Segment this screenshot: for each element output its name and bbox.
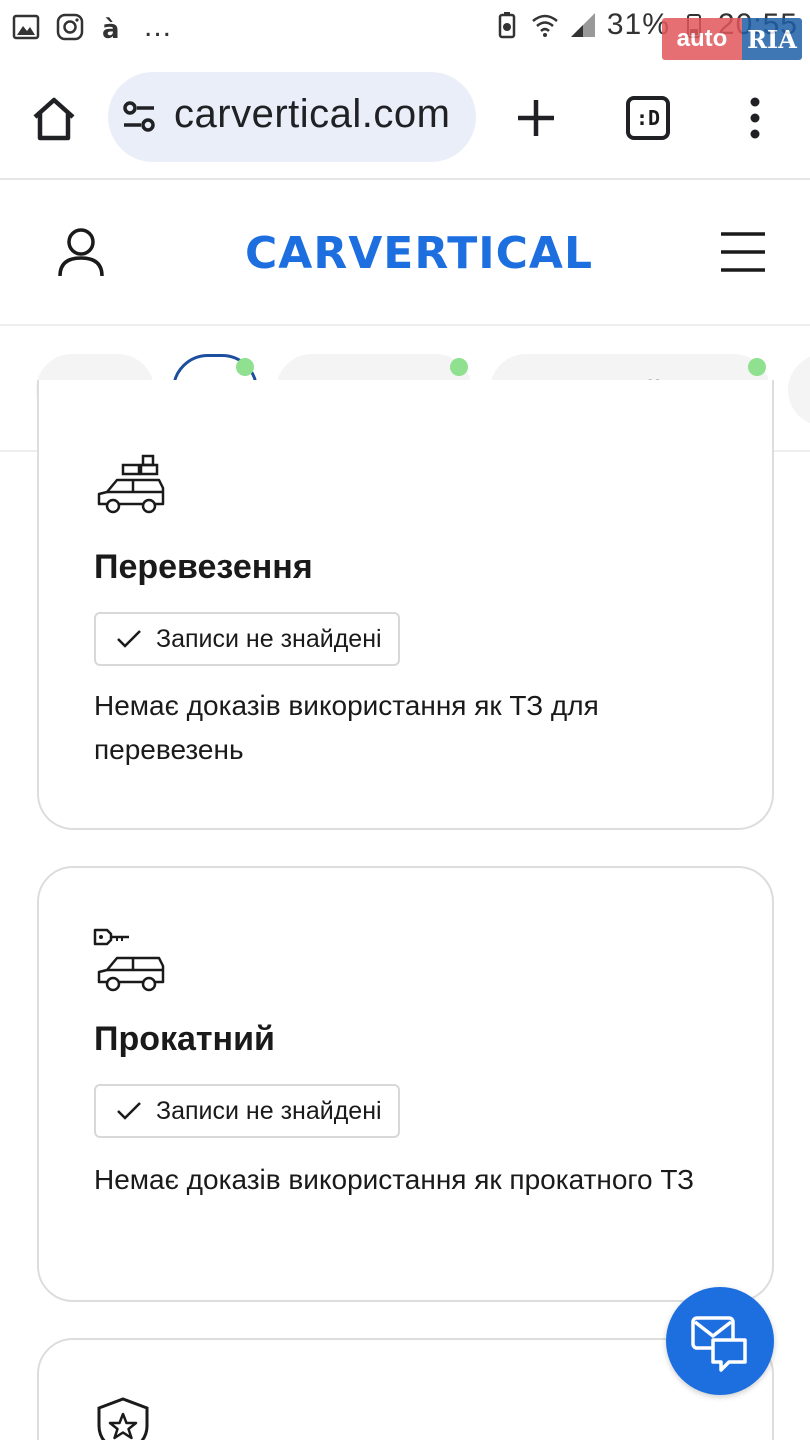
image-icon (12, 14, 40, 40)
watermark-auto: auto (662, 18, 742, 60)
url-text: carvertical.com (174, 92, 451, 136)
card-title: Прокатний (94, 1020, 275, 1058)
tab-switcher-button[interactable]: :D (626, 96, 670, 140)
site-settings-icon[interactable] (122, 100, 158, 134)
translate-icon: à (102, 15, 120, 41)
carvertical-logo[interactable]: CARVERTICAL (245, 228, 593, 279)
check-icon (117, 630, 141, 648)
hamburger-menu-icon[interactable] (720, 230, 766, 274)
status-badge-label: Записи не знайдені (156, 1096, 382, 1125)
record-card-rental: Прокатний Записи не знайдені Немає доказ… (37, 866, 774, 1302)
chat-button[interactable] (666, 1287, 774, 1395)
card-title: Перевезення (94, 548, 313, 586)
more-vert-icon[interactable] (740, 96, 770, 140)
notification-overflow: ... (144, 10, 173, 43)
tab-next-partial[interactable] (788, 354, 810, 426)
car-with-cargo-icon (97, 454, 165, 514)
home-icon[interactable] (30, 95, 78, 143)
battery-percent: 31% (606, 8, 670, 41)
svg-text:à: à (102, 15, 120, 41)
new-tab-icon[interactable] (514, 96, 558, 140)
wifi-icon (532, 14, 558, 37)
recycle-battery-icon (498, 12, 516, 39)
watermark-logo: auto RIA (662, 18, 802, 60)
check-icon (117, 1102, 141, 1120)
chat-icon (691, 1316, 747, 1372)
car-with-key-icon (93, 928, 165, 992)
record-card-transport: Перевезення Записи не знайдені Немає док… (37, 380, 774, 830)
card-description: Немає доказів використання як прокатного… (94, 1164, 695, 1195)
address-bar[interactable]: carvertical.com (108, 72, 476, 162)
status-left-icons: à ... (12, 10, 172, 44)
status-badge: Записи не знайдені (94, 1084, 400, 1138)
shield-star-icon (97, 1397, 149, 1440)
user-icon[interactable] (56, 226, 106, 278)
record-card-next (37, 1338, 774, 1440)
card-description: Немає доказів використання як ТЗ для пер… (94, 690, 599, 765)
tab-type-status-dot (236, 358, 254, 376)
status-badge-label: Записи не знайдені (156, 624, 382, 653)
tab-theft-status-dot (450, 358, 468, 376)
signal-icon (570, 13, 595, 37)
tab-legal-status-dot (748, 358, 766, 376)
browser-toolbar: carvertical.com :D (0, 60, 810, 180)
status-badge: Записи не знайдені (94, 612, 400, 666)
watermark-ria: RIA (742, 18, 802, 60)
status-bar: à ... 31% 20:55 auto RIA (0, 0, 810, 60)
site-header: CARVERTICAL (0, 182, 810, 326)
instagram-icon (56, 13, 84, 41)
